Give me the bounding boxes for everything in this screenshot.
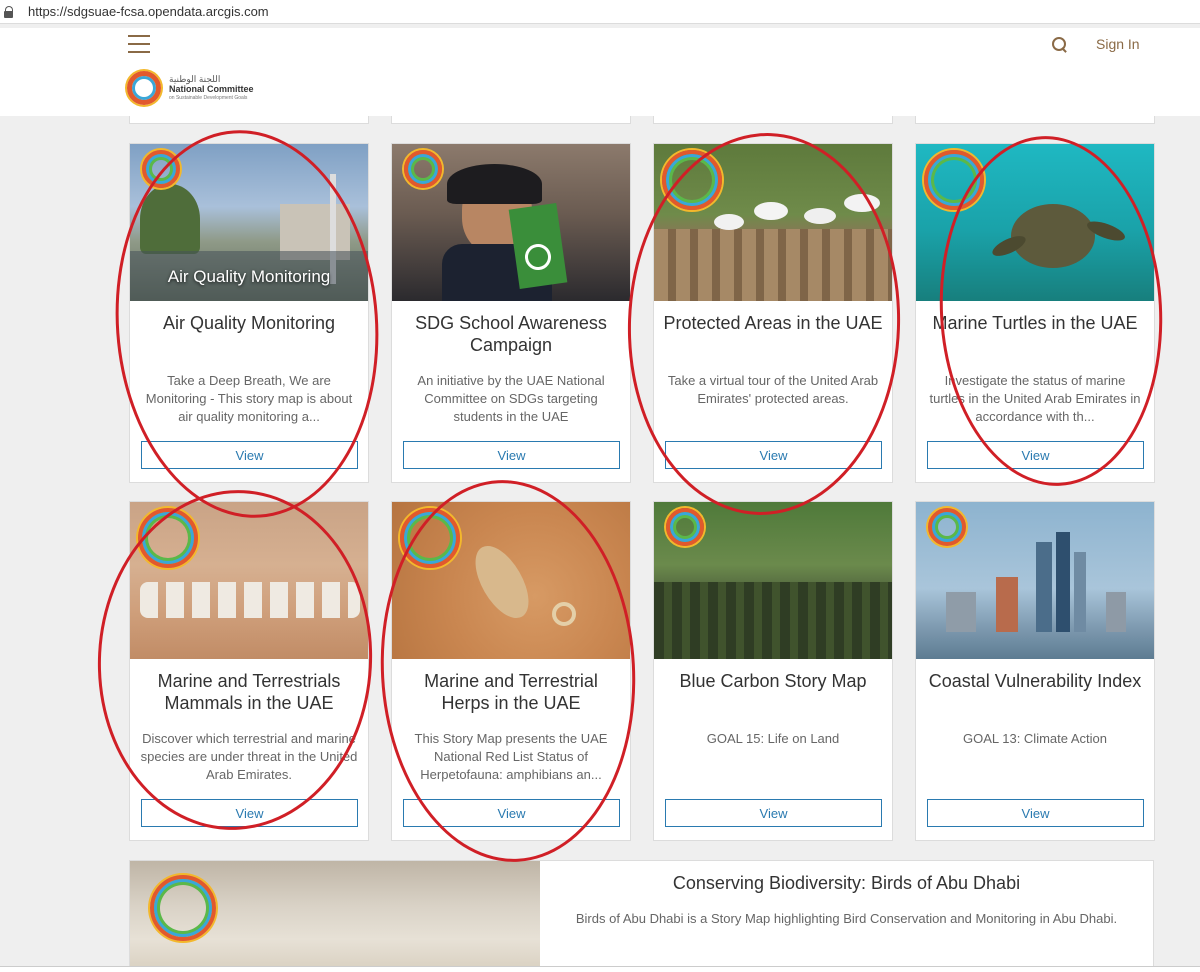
sdg-badge-icon — [400, 508, 460, 568]
thumbnail-caption: Air Quality Monitoring — [167, 267, 331, 286]
previous-card-bottom — [653, 116, 893, 124]
story-card[interactable]: SDG School Awareness Campaign An initiat… — [391, 143, 631, 483]
card-description: GOAL 13: Climate Action — [962, 731, 1108, 746]
card-description: GOAL 15: Life on Land — [706, 731, 840, 746]
card-thumbnail[interactable] — [916, 144, 1154, 301]
previous-card-bottom — [129, 116, 369, 124]
story-card[interactable]: Blue Carbon Story Map GOAL 15: Life on L… — [653, 501, 893, 841]
card-description: Take a virtual tour of the United Arab E… — [667, 373, 879, 406]
card-description: Take a Deep Breath, We are Monitoring - … — [145, 373, 353, 424]
view-button[interactable]: View — [665, 799, 882, 827]
card-thumbnail[interactable] — [654, 144, 892, 301]
menu-icon[interactable] — [128, 35, 150, 53]
view-button[interactable]: View — [141, 441, 358, 469]
lock-icon — [4, 5, 14, 18]
card-thumbnail[interactable]: Air Quality Monitoring — [130, 144, 368, 301]
logo-subtitle: on Sustainable Development Goals — [169, 95, 248, 101]
sdg-badge-icon — [142, 150, 180, 188]
story-card[interactable]: Marine and Terrestrials Mammals in the U… — [129, 501, 369, 841]
logo-english-text: National Committee — [169, 84, 254, 94]
card-title[interactable]: Blue Carbon Story Map — [662, 670, 884, 692]
card-thumbnail[interactable] — [130, 861, 540, 971]
search-icon[interactable] — [1052, 37, 1068, 53]
card-description: Investigate the status of marine turtles… — [929, 373, 1141, 424]
sdg-badge-icon — [924, 150, 984, 210]
story-card[interactable]: Marine and Terrestrial Herps in the UAE … — [391, 501, 631, 841]
story-card[interactable]: Coastal Vulnerability Index GOAL 13: Cli… — [915, 501, 1155, 841]
card-thumbnail[interactable] — [654, 502, 892, 659]
story-card[interactable]: Protected Areas in the UAE Take a virtua… — [653, 143, 893, 483]
sdg-badge-icon — [404, 150, 442, 188]
url-text[interactable]: https://sdgsuae-fcsa.opendata.arcgis.com — [28, 4, 269, 19]
card-description: Discover which terrestrial and marine sp… — [140, 731, 358, 782]
view-button[interactable]: View — [403, 441, 620, 469]
sdg-badge-icon — [150, 875, 216, 941]
card-thumbnail[interactable] — [392, 502, 630, 659]
card-title[interactable]: Protected Areas in the UAE — [662, 312, 884, 334]
browser-address-bar[interactable]: https://sdgsuae-fcsa.opendata.arcgis.com — [0, 0, 1200, 24]
page-bottom-edge — [0, 966, 1200, 972]
view-button[interactable]: View — [927, 441, 1144, 469]
view-button[interactable]: View — [927, 799, 1144, 827]
card-description: An initiative by the UAE National Commit… — [417, 373, 605, 424]
card-title[interactable]: Marine and Terrestrial Herps in the UAE — [400, 670, 622, 714]
sdg-wheel-icon — [127, 71, 161, 105]
previous-card-bottom — [915, 116, 1155, 124]
logo-arabic-text: اللجنة الوطنية — [169, 74, 221, 84]
card-thumbnail[interactable] — [916, 502, 1154, 659]
previous-card-bottom — [391, 116, 631, 124]
view-button[interactable]: View — [665, 441, 882, 469]
view-button[interactable]: View — [403, 799, 620, 827]
site-logo[interactable]: اللجنة الوطنية National Committee on Sus… — [127, 68, 257, 108]
sign-in-link[interactable]: Sign In — [1096, 36, 1140, 52]
story-card[interactable]: Marine Turtles in the UAE Investigate th… — [915, 143, 1155, 483]
card-title[interactable]: Marine Turtles in the UAE — [924, 312, 1146, 334]
card-thumbnail[interactable] — [130, 502, 368, 659]
featured-story-card[interactable]: Conserving Biodiversity: Birds of Abu Dh… — [129, 860, 1154, 972]
view-button[interactable]: View — [141, 799, 358, 827]
card-description: This Story Map presents the UAE National… — [414, 731, 608, 782]
sdg-badge-icon — [662, 150, 722, 210]
card-title[interactable]: Coastal Vulnerability Index — [924, 670, 1146, 692]
sdg-badge-icon — [666, 508, 704, 546]
card-thumbnail[interactable] — [392, 144, 630, 301]
card-title[interactable]: SDG School Awareness Campaign — [400, 312, 622, 356]
card-title[interactable]: Marine and Terrestrials Mammals in the U… — [138, 670, 360, 714]
card-description: Birds of Abu Dhabi is a Story Map highli… — [575, 911, 1118, 926]
card-title[interactable]: Air Quality Monitoring — [138, 312, 360, 334]
sdg-badge-icon — [928, 508, 966, 546]
card-title[interactable]: Conserving Biodiversity: Birds of Abu Dh… — [540, 873, 1153, 894]
sdg-badge-icon — [138, 508, 198, 568]
story-card[interactable]: Air Quality Monitoring Air Quality Monit… — [129, 143, 369, 483]
site-header: اللجنة الوطنية National Committee on Sus… — [0, 28, 1200, 116]
